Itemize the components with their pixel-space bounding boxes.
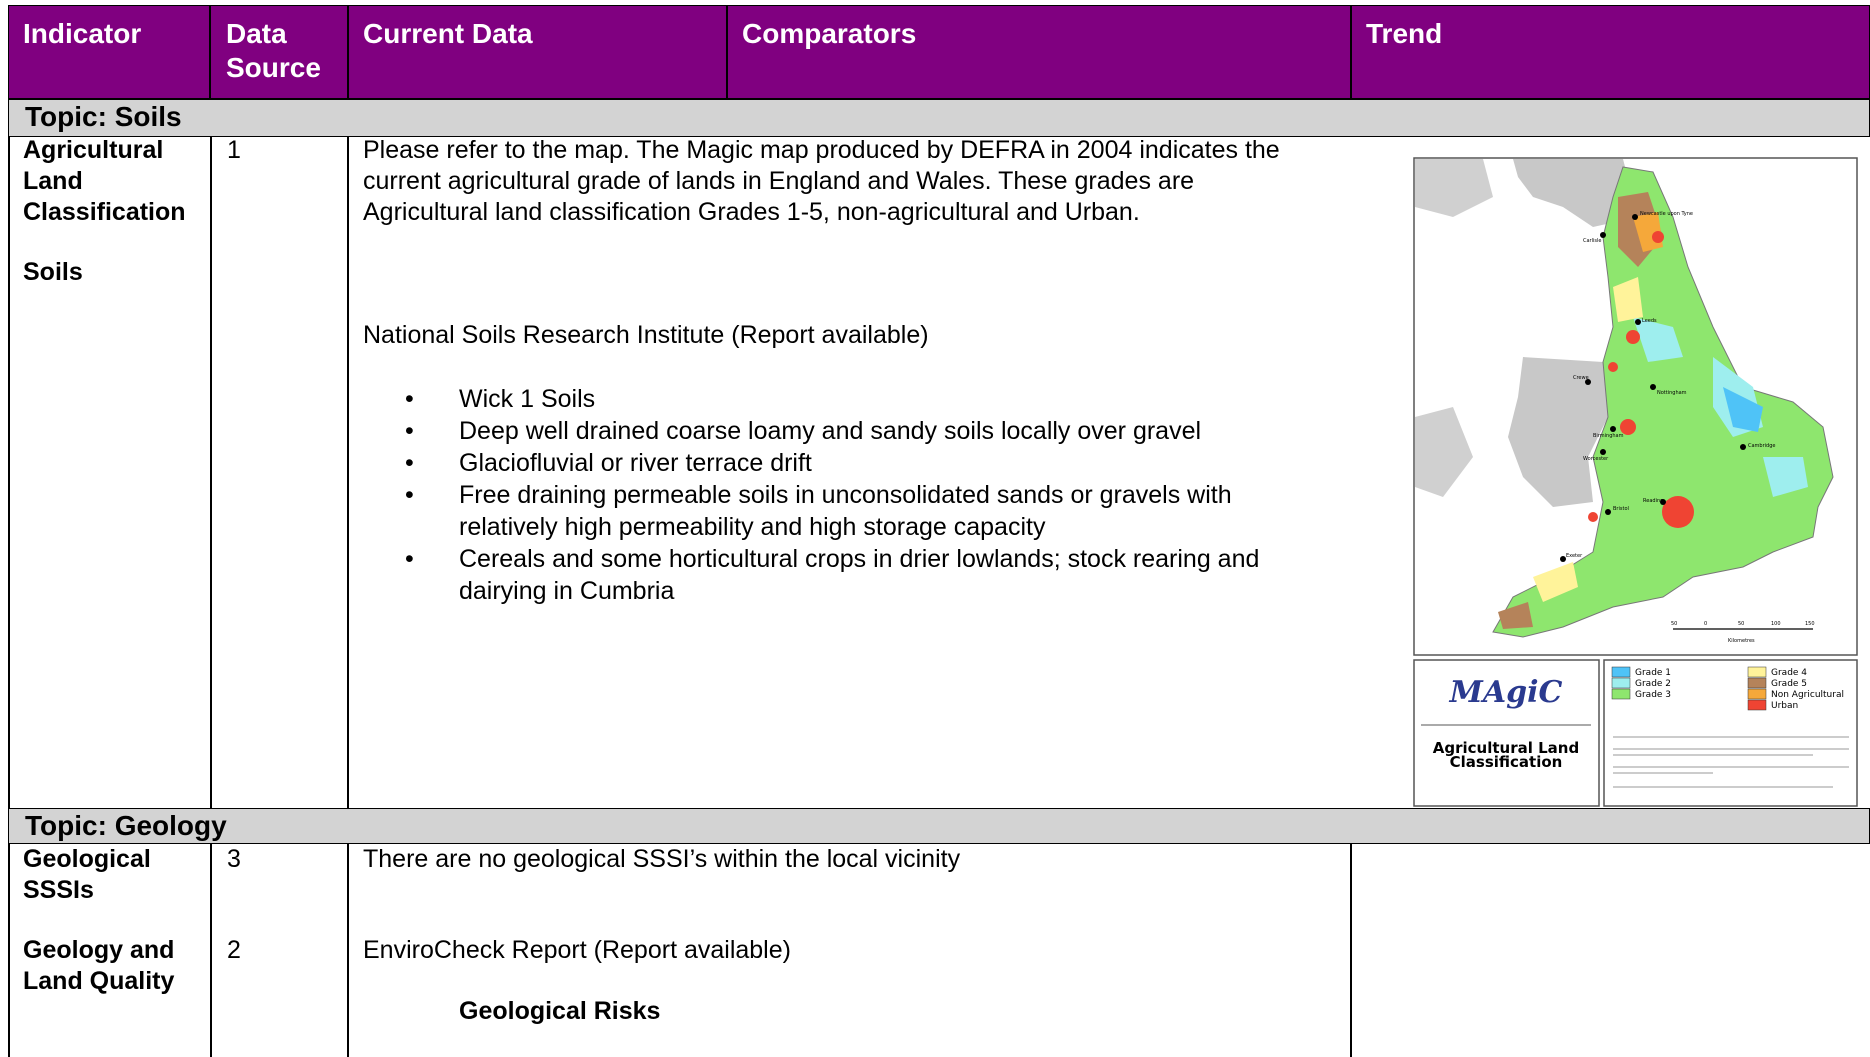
header-data-source-line2: Source: [226, 52, 321, 83]
soils-text-line1: Please refer to the map. The Magic map p…: [363, 136, 1280, 164]
indicator-sssi-line1: Geological: [23, 845, 151, 873]
header-trend: Trend: [1366, 18, 1443, 49]
soils-current-data-text: Please refer to the map. The Magic map p…: [363, 135, 1280, 228]
scale-tick: 150: [1805, 621, 1815, 627]
list-item: • Cereals and some horticultural crops in…: [363, 543, 1413, 607]
envirocheck-text: EnviroCheck Report (Report available): [363, 936, 791, 964]
topic-soils: Topic: Soils: [8, 99, 1870, 137]
legend-label: Grade 4: [1771, 668, 1807, 678]
header-comparators: Comparators: [742, 18, 917, 49]
list-item: • Wick 1 Soils: [363, 383, 1413, 415]
bullet-text: Cereals and some horticultural crops in …: [459, 545, 1260, 573]
document-page: Indicator Data Source Current Data Compa…: [0, 0, 1870, 1057]
list-item: • Free draining permeable soils in uncons…: [363, 479, 1413, 543]
bullet-text: Free draining permeable soils in unconso…: [459, 481, 1232, 509]
soils-text-line2: current agricultural grade of lands in E…: [363, 167, 1195, 195]
list-item: • Deep well drained coarse loamy and sand…: [363, 415, 1413, 447]
indicator-agricultural-land-classification: Agricultural Land Classification: [23, 135, 186, 228]
city-label: Nottingham: [1657, 390, 1687, 396]
source-sssi: 3: [227, 845, 241, 873]
scale-tick: 100: [1771, 621, 1781, 627]
scale-tick: 50: [1738, 621, 1744, 627]
indicator-sssi-line2: SSSIs: [23, 876, 94, 904]
scale-unit: Kilometres: [1728, 638, 1755, 644]
bullet-dot: •: [405, 449, 414, 477]
nsri-text: National Soils Research Institute (Repor…: [363, 321, 929, 349]
indicator-glq-line2: Land Quality: [23, 967, 175, 995]
indicator-alc-line3: Classification: [23, 198, 186, 226]
map-caption-line2: Classification: [1450, 753, 1563, 771]
source-alc: 1: [227, 136, 241, 164]
bullet-text: Glaciofluvial or river terrace drift: [459, 449, 812, 477]
indicator-geology-land-quality: Geology and Land Quality: [23, 935, 174, 997]
city-label: Reading: [1643, 498, 1663, 504]
city-label: Crewe: [1573, 375, 1589, 381]
scale-tick: 50: [1671, 621, 1677, 627]
soils-text-line3: Agricultural land classification Grades …: [363, 198, 1140, 226]
indicator-soils: Soils: [23, 258, 83, 286]
soils-bullet-list: • Wick 1 Soils • Deep well drained coarse …: [363, 383, 1413, 607]
city-label: Worcester: [1583, 456, 1609, 462]
bullet-text-cont: relatively high permeability and high st…: [459, 513, 1046, 541]
bullet-text: Wick 1 Soils: [459, 385, 596, 413]
legend-label: Non Agricultural: [1771, 690, 1844, 700]
bullet-dot: •: [405, 545, 414, 573]
list-item: • Glaciofluvial or river terrace drift: [363, 447, 1413, 479]
legend-label: Grade 1: [1635, 668, 1671, 678]
indicator-glq-line1: Geology and: [23, 936, 175, 964]
geological-risks-heading: Geological Risks: [459, 997, 661, 1025]
city-label: Bristol: [1613, 506, 1629, 512]
bullet-text-cont: dairying in Cumbria: [459, 577, 675, 605]
city-label: Leeds: [1642, 318, 1657, 324]
scale-tick: 0: [1704, 621, 1707, 627]
bullet-dot: •: [405, 385, 414, 413]
header-data-source: Data Source: [226, 17, 321, 85]
city-label: Cambridge: [1748, 443, 1775, 449]
topic-geology: Topic: Geology: [8, 808, 1870, 844]
geology-sssi-text: There are no geological SSSI’s within th…: [363, 845, 961, 873]
source-glq: 2: [227, 936, 241, 964]
header-indicator: Indicator: [23, 18, 142, 49]
indicator-geological-sssis: Geological SSSIs: [23, 844, 151, 906]
header-data-source-line1: Data: [226, 18, 287, 49]
legend-label: Grade 5: [1771, 679, 1807, 689]
legend-label: Urban: [1771, 701, 1798, 711]
header-current-data: Current Data: [363, 18, 533, 49]
city-label: Newcastle upon Tyne: [1640, 211, 1693, 217]
bullet-dot: •: [405, 417, 414, 445]
bullet-dot: •: [405, 481, 414, 509]
indicator-alc-line1: Agricultural: [23, 136, 164, 164]
city-label: Exeter: [1566, 553, 1583, 559]
alc-map-image: Newcastle upon Tyne Carlisle Leeds Crewe…: [1413, 157, 1858, 807]
magic-logo: MAgiC: [1449, 675, 1563, 710]
alc-map-figure: Newcastle upon Tyne Carlisle Leeds Crewe…: [1413, 157, 1858, 807]
city-label: Birmingham: [1593, 433, 1624, 439]
city-label: Carlisle: [1583, 238, 1601, 244]
bullet-text: Deep well drained coarse loamy and sandy…: [459, 417, 1202, 445]
legend-label: Grade 2: [1635, 679, 1671, 689]
indicator-alc-line2: Land: [23, 167, 83, 195]
legend-label: Grade 3: [1635, 690, 1671, 700]
